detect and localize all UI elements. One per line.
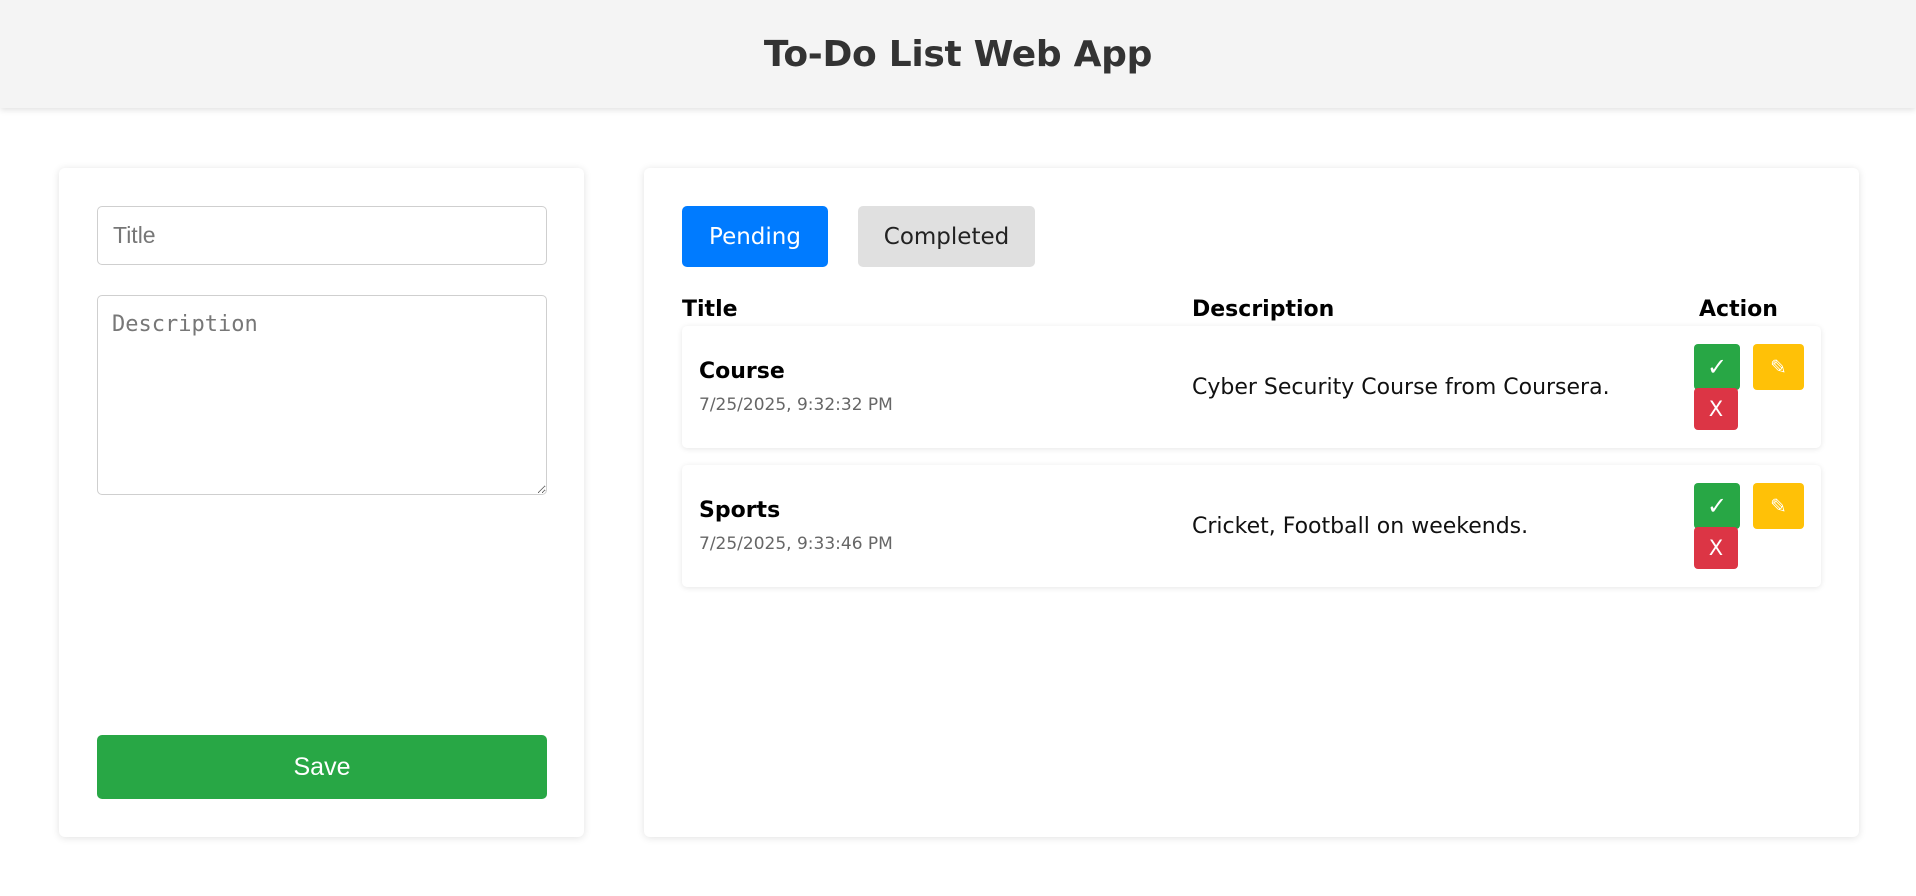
column-header-description: Description xyxy=(1192,297,1335,322)
edit-button[interactable]: ✎ xyxy=(1753,483,1804,529)
todo-timestamp: 7/25/2025, 9:33:46 PM xyxy=(699,534,893,554)
save-button[interactable]: Save xyxy=(97,735,547,799)
todo-timestamp: 7/25/2025, 9:32:32 PM xyxy=(699,395,893,415)
title-input[interactable] xyxy=(97,206,547,265)
tab-completed[interactable]: Completed xyxy=(858,206,1035,267)
todo-form-card: Save xyxy=(59,168,584,837)
todo-title: Sports xyxy=(699,498,781,523)
tab-pending[interactable]: Pending xyxy=(682,206,828,267)
delete-button[interactable]: X xyxy=(1694,388,1738,430)
page-title: To-Do List Web App xyxy=(763,33,1153,75)
pencil-icon: ✎ xyxy=(1770,494,1787,518)
column-header-action: Action xyxy=(1699,297,1778,322)
complete-button[interactable]: ✓ xyxy=(1694,344,1740,390)
todo-description: Cricket, Football on weekends. xyxy=(1192,514,1529,539)
todo-row: Course 7/25/2025, 9:32:32 PM Cyber Secur… xyxy=(682,326,1821,448)
todo-list-card: Pending Completed Title Description Acti… xyxy=(644,168,1859,837)
complete-button[interactable]: ✓ xyxy=(1694,483,1740,529)
description-input[interactable] xyxy=(97,295,547,495)
app-header: To-Do List Web App xyxy=(0,0,1916,108)
todo-row: Sports 7/25/2025, 9:33:46 PM Cricket, Fo… xyxy=(682,465,1821,587)
checkmark-icon: ✓ xyxy=(1706,353,1728,381)
close-icon: X xyxy=(1708,536,1724,560)
todo-title: Course xyxy=(699,359,785,384)
delete-button[interactable]: X xyxy=(1694,527,1738,569)
close-icon: X xyxy=(1708,397,1724,421)
column-header-title: Title xyxy=(682,297,738,322)
pencil-icon: ✎ xyxy=(1770,355,1787,379)
todo-description: Cyber Security Course from Coursera. xyxy=(1192,375,1610,400)
edit-button[interactable]: ✎ xyxy=(1753,344,1804,390)
checkmark-icon: ✓ xyxy=(1706,492,1728,520)
